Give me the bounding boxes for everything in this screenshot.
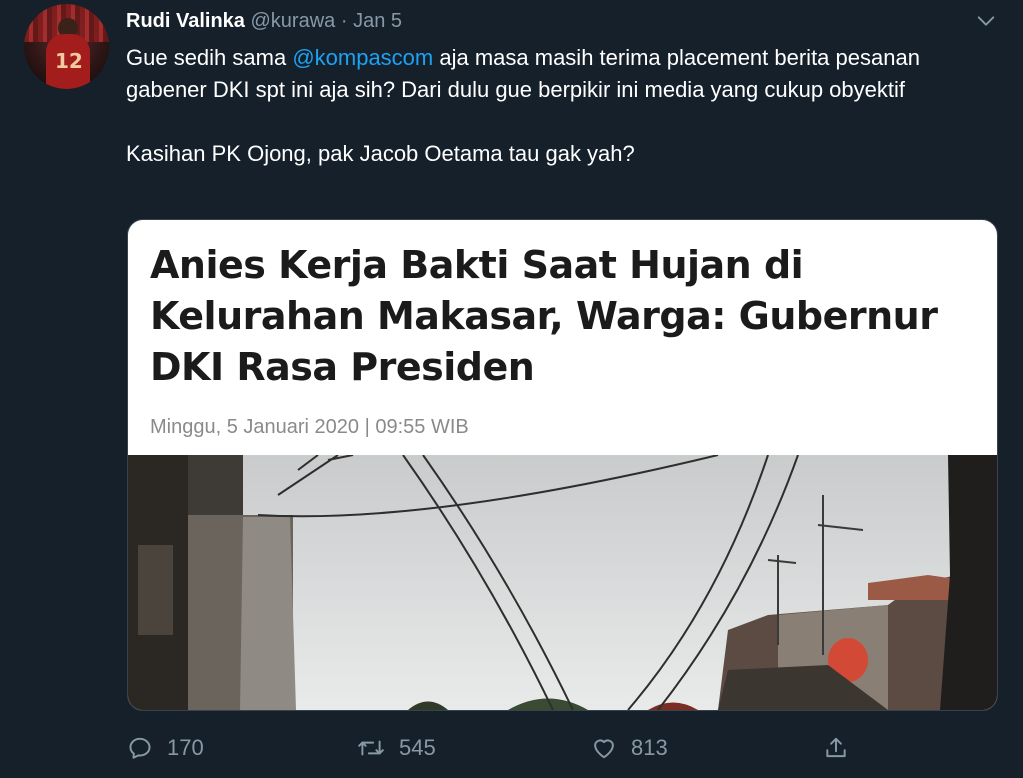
retweet-action[interactable]: 545: [357, 735, 436, 761]
retweet-count: 545: [399, 735, 436, 760]
avatar[interactable]: 12: [24, 4, 109, 89]
reply-count: 170: [167, 735, 204, 760]
tweet-header: Rudi Valinka @kurawa · Jan 5: [126, 7, 402, 35]
chevron-down-icon[interactable]: [975, 10, 997, 32]
tweet-paragraph-2: Kasihan PK Ojong, pak Jacob Oetama tau g…: [126, 141, 635, 166]
attached-image-card[interactable]: Anies Kerja Bakti Saat Hujan di Keluraha…: [127, 219, 998, 711]
share-icon[interactable]: [823, 735, 849, 761]
tweet-actions: 170 545 813: [127, 735, 857, 771]
article-photo: [128, 455, 997, 710]
avatar-jersey-number: 12: [55, 49, 83, 73]
tweet-paragraph-1: Gue sedih sama @kompascom aja masa masih…: [126, 42, 1006, 106]
tweet-text-part: Gue sedih sama: [126, 45, 293, 70]
share-action[interactable]: [823, 735, 863, 761]
tweet-text: Gue sedih sama @kompascom aja masa masih…: [126, 42, 1006, 170]
author-handle[interactable]: @kurawa: [251, 10, 336, 32]
article-dateline: Minggu, 5 Januari 2020 | 09:55 WIB: [150, 416, 469, 438]
header-separator: ·: [340, 10, 348, 32]
author-name[interactable]: Rudi Valinka: [126, 10, 245, 32]
reply-icon[interactable]: [127, 735, 153, 761]
retweet-icon[interactable]: [357, 735, 385, 761]
mention-link[interactable]: @kompascom: [292, 45, 433, 70]
like-action[interactable]: 813: [591, 735, 668, 761]
heart-icon[interactable]: [591, 735, 617, 761]
tweet-date[interactable]: Jan 5: [353, 10, 402, 32]
reply-action[interactable]: 170: [127, 735, 204, 761]
like-count: 813: [631, 735, 668, 760]
article-headline: Anies Kerja Bakti Saat Hujan di Keluraha…: [150, 243, 938, 389]
